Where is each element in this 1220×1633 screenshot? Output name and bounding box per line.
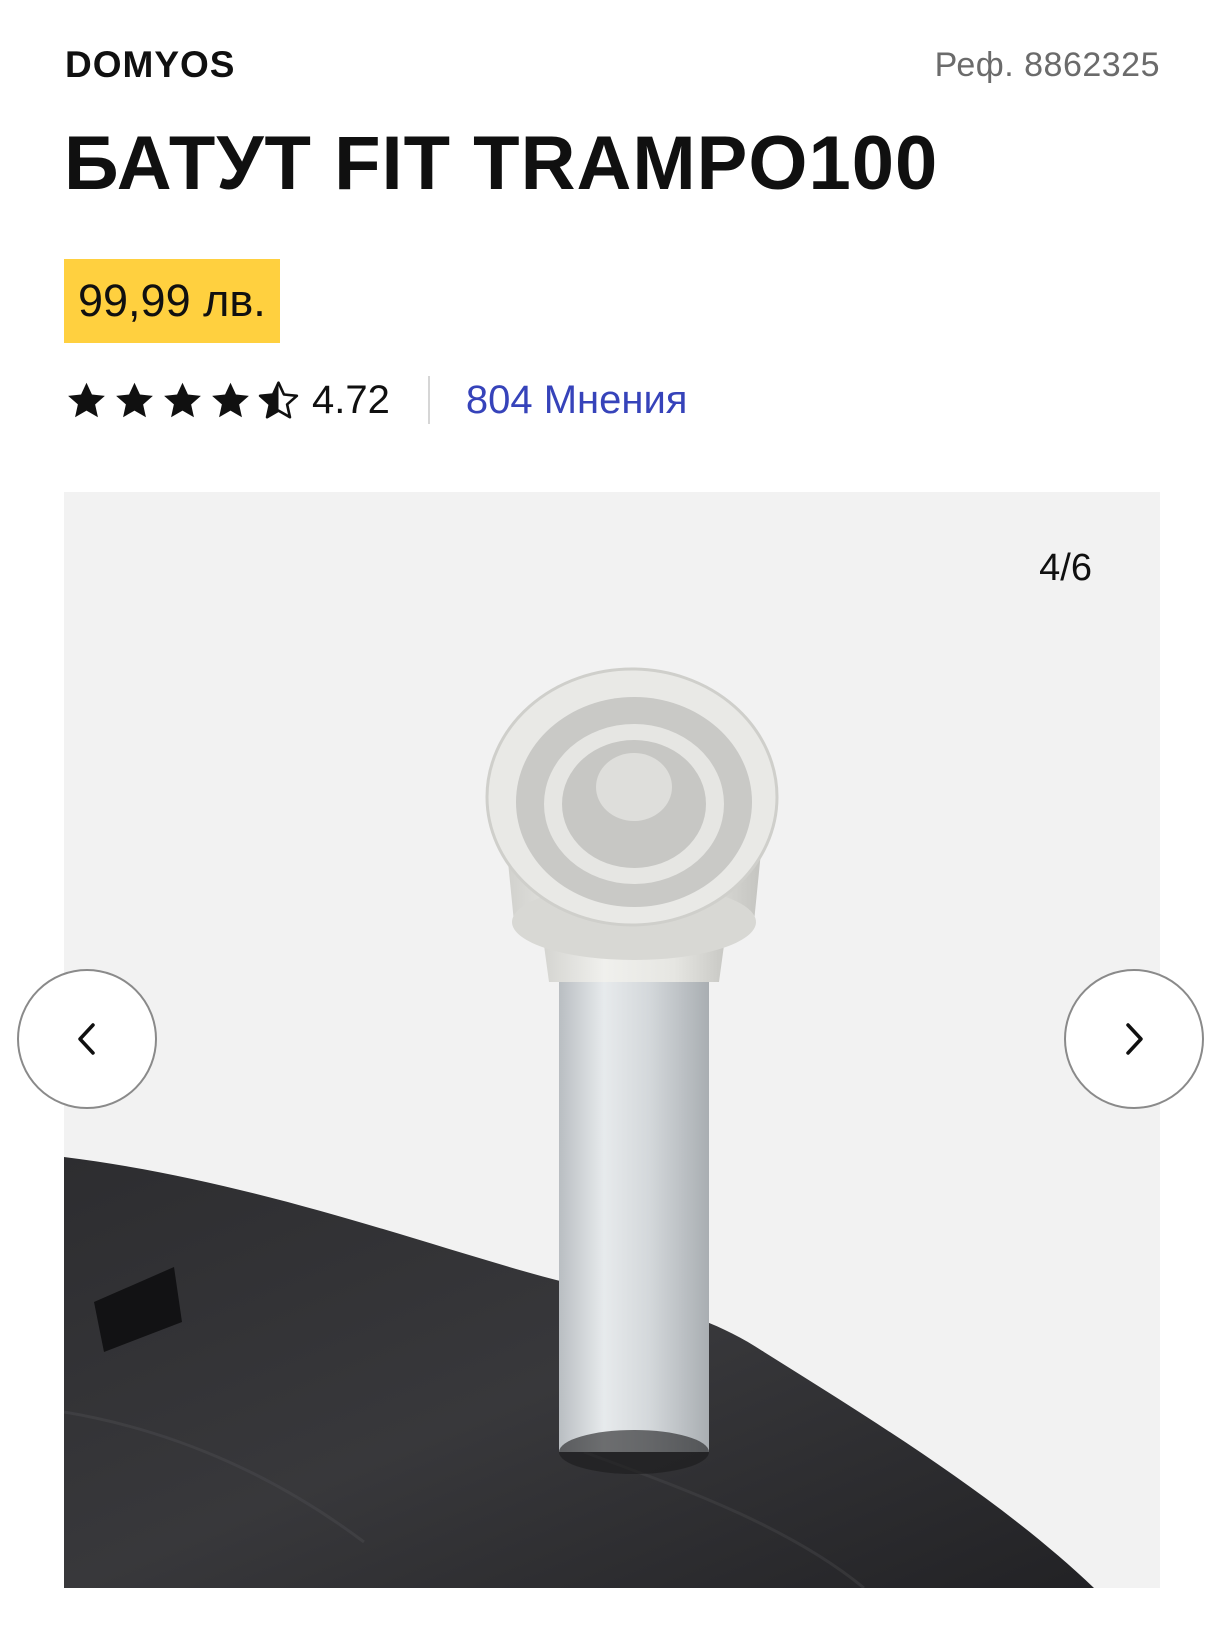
- price-badge: 99,99 лв.: [64, 259, 280, 343]
- rating-value: 4.72: [312, 377, 390, 422]
- gallery-next-button[interactable]: [1064, 969, 1204, 1109]
- product-photo: [64, 492, 1160, 1588]
- product-title: БАТУТ FIT TRAMPO100: [64, 121, 939, 206]
- rating-stars: [64, 378, 304, 423]
- star-icon: [116, 382, 153, 417]
- star-half-icon: [258, 380, 299, 418]
- chevron-left-icon: [78, 1023, 95, 1055]
- gallery-counter: 4/6: [1039, 547, 1092, 589]
- rating-row: 4.72 804 Мнения: [64, 370, 687, 430]
- reviews-link[interactable]: 804 Мнения: [466, 378, 688, 423]
- rating-divider: [427, 376, 430, 424]
- product-reference: Реф. 8862325: [934, 46, 1160, 84]
- star-icon: [212, 382, 249, 417]
- star-icon: [68, 382, 105, 417]
- gallery-prev-button[interactable]: [17, 969, 157, 1109]
- brand-name[interactable]: DOMYOS: [65, 44, 235, 86]
- product-image-gallery[interactable]: 4/6: [64, 492, 1160, 1588]
- chevron-right-icon: [1126, 1023, 1143, 1055]
- star-icon: [164, 382, 201, 417]
